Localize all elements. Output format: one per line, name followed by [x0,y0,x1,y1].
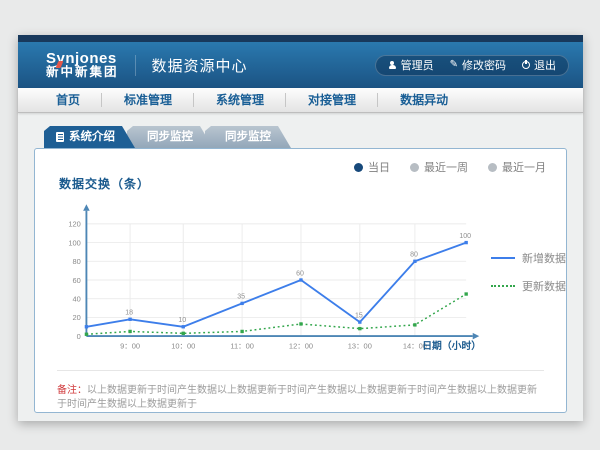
svg-text:20: 20 [72,313,80,322]
footnote-text: 以上数据更新于时间产生数据以上数据更新于时间产生数据以上数据更新于时间产生数据以… [57,385,537,410]
change-password-button[interactable]: ✎ 修改密码 [450,57,506,73]
nav-item-4[interactable]: 数据异动 [378,88,470,112]
time-range-filter: 当日 最近一周 最近一月 [354,159,546,175]
svg-text:日期（小时）: 日期（小时） [422,339,481,352]
svg-text:40: 40 [72,295,80,304]
legend-item-0: 新增数据 [491,250,566,266]
tab-0[interactable]: 系统介绍 [44,126,135,148]
radio-label: 最近一月 [502,159,546,175]
svg-text:80: 80 [410,252,418,259]
company-logo: Synjones 新中新集团 [46,51,119,80]
legend-swatch-icon [491,285,515,287]
user-toolbar: 管理员 ✎ 修改密码 退出 [375,55,569,76]
tab-label: 系统介绍 [69,126,115,148]
legend-label: 新增数据 [522,250,566,266]
radio-option-2[interactable]: 最近一月 [488,159,546,175]
svg-text:100: 100 [68,238,80,247]
chart-legend: 新增数据更新数据 [491,250,566,366]
nav-item-2[interactable]: 系统管理 [194,88,286,112]
svg-text:13：00: 13：00 [348,341,372,350]
svg-text:0: 0 [77,332,81,341]
tab-2[interactable]: 同步监控 [205,126,291,148]
nav-item-0[interactable]: 首页 [34,88,102,112]
system-intro-panel: 当日 最近一周 最近一月 数据交换（条） 0 20 40 60 80 100 120 9：00 10… [34,148,567,413]
legend-item-1: 更新数据 [491,278,566,294]
chart-container: 0 20 40 60 80 100 120 9：00 10：00 11：00 12：00 13：00 1… [49,194,566,366]
radio-icon [410,163,419,172]
footnote-prefix: 备注： [57,385,87,396]
tab-1[interactable]: 同步监控 [127,126,213,148]
svg-text:100: 100 [459,233,471,240]
logo-text-cn: 新中新集团 [46,66,119,79]
content-area: 系统介绍 同步监控 同步监控 当日 最近一周 最近一月 数据交换（条） 0 20 40 60 8… [18,113,583,420]
edit-icon: ✎ [450,60,458,70]
nav-item-3[interactable]: 对接管理 [286,88,378,112]
tab-label: 同步监控 [225,126,271,148]
document-icon [56,132,64,142]
footnote: 备注：以上数据更新于时间产生数据以上数据更新于时间产生数据以上数据更新于时间产生… [57,370,544,412]
nav-item-1[interactable]: 标准管理 [102,88,194,112]
svg-text:60: 60 [296,270,304,277]
svg-text:35: 35 [237,294,245,301]
current-user-label: 管理员 [401,57,434,73]
current-user[interactable]: 管理员 [388,57,434,73]
radio-option-0[interactable]: 当日 [354,159,390,175]
svg-text:9：00: 9：00 [120,341,140,350]
radio-label: 最近一周 [424,159,468,175]
svg-text:10: 10 [178,317,186,324]
change-password-label: 修改密码 [462,57,506,73]
radio-icon [488,163,497,172]
chart-y-axis-title: 数据交换（条） [59,175,566,192]
svg-text:11：00: 11：00 [230,341,254,350]
app-window: Synjones 新中新集团 数据资源中心 管理员 ✎ 修改密码 退出 首页标准… [18,35,583,421]
legend-swatch-icon [491,257,515,259]
app-header: Synjones 新中新集团 数据资源中心 管理员 ✎ 修改密码 退出 [18,42,583,88]
tab-bar: 系统介绍 同步监控 同步监控 [44,126,567,148]
logout-button[interactable]: 退出 [522,57,556,73]
page-title: 数据资源中心 [135,55,248,76]
power-icon [522,61,530,69]
svg-text:18: 18 [125,310,133,317]
svg-text:12：00: 12：00 [289,341,313,350]
main-nav: 首页标准管理系统管理对接管理数据异动 [18,88,583,113]
top-strip [18,35,583,42]
svg-text:80: 80 [72,257,80,266]
radio-selected-icon [354,163,363,172]
line-chart: 0 20 40 60 80 100 120 9：00 10：00 11：00 12：00 13：00 1… [49,194,483,366]
logout-label: 退出 [534,57,556,73]
legend-label: 更新数据 [522,278,566,294]
svg-text:10：00: 10：00 [171,341,195,350]
tab-label: 同步监控 [147,126,193,148]
radio-option-1[interactable]: 最近一周 [410,159,468,175]
svg-text:15: 15 [355,312,363,319]
svg-text:60: 60 [72,276,80,285]
user-icon [388,61,397,70]
svg-text:120: 120 [68,220,80,229]
radio-label: 当日 [368,159,390,175]
